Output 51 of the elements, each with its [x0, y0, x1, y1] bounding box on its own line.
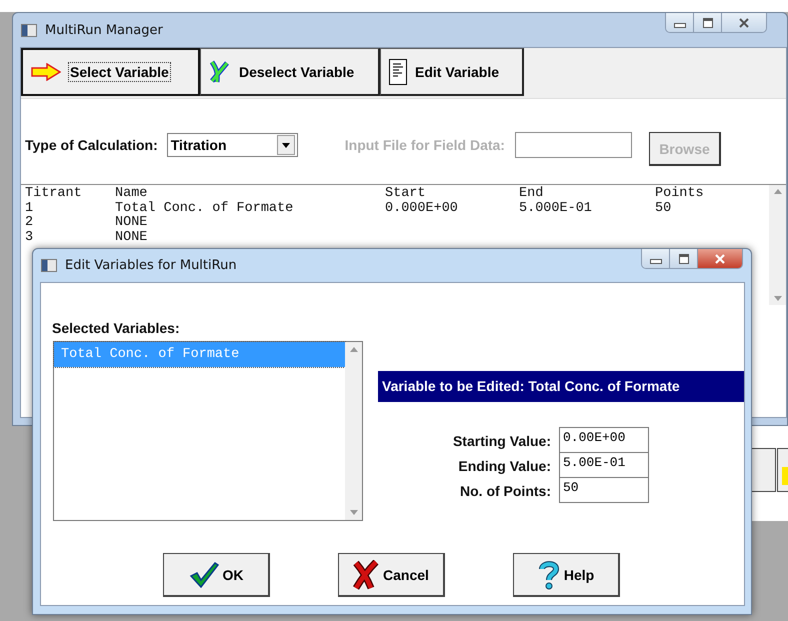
table-cell: NONE — [115, 216, 148, 230]
toolbar-button[interactable]: Edit Variable — [380, 48, 524, 96]
value-input[interactable]: 0.00E+00 — [559, 427, 649, 453]
calculation-dropdown[interactable]: Titration — [166, 133, 298, 157]
close-button[interactable] — [698, 249, 742, 268]
close-icon — [714, 254, 726, 264]
column-header: End — [519, 187, 544, 201]
partial-button[interactable] — [750, 448, 776, 492]
field-data-label: Input File for Field Data: — [344, 137, 505, 153]
cross-mark-icon — [353, 560, 380, 590]
banner-heading: Variable to be Edited: Total Conc. of Formate — [378, 371, 744, 402]
field-label: Starting Value: — [452, 432, 551, 448]
table-cell: 5.000E-01 — [519, 202, 592, 216]
dialog-button[interactable]: Cancel — [338, 553, 445, 597]
window-icon — [41, 259, 57, 272]
minimize-button[interactable] — [642, 249, 670, 268]
column-header: Start — [385, 187, 426, 201]
window-title: MultiRun Manager — [45, 22, 163, 38]
table-cell: 1 — [25, 202, 34, 216]
table-cell: 50 — [655, 202, 672, 216]
dialog-title: Edit Variables for MultiRun — [65, 258, 237, 273]
table-cell: Total Conc. of Formate — [115, 202, 294, 216]
arrow-icon — [31, 63, 61, 81]
window-icon — [21, 24, 37, 36]
value-input[interactable]: 5.00E-01 — [559, 452, 649, 478]
dialog-button[interactable]: Help — [513, 553, 620, 597]
column-header: Name — [115, 187, 148, 201]
table-cell: 3 — [25, 230, 34, 244]
dropdown-arrow-icon — [282, 142, 290, 148]
dialog-button[interactable]: OK — [163, 553, 270, 597]
check-mark-icon — [188, 562, 218, 588]
value-input[interactable]: 50 — [559, 477, 649, 503]
calculation-label: Type of Calculation: — [25, 137, 158, 153]
table-cell: 2 — [25, 216, 34, 230]
field-label: No. of Points: — [459, 482, 551, 498]
table-cell: NONE — [115, 230, 148, 244]
toolbar-button[interactable]: Deselect Variable — [200, 48, 380, 96]
list-label: Selected Variables: — [52, 320, 180, 336]
table-cell: 0.000E+00 — [385, 202, 458, 216]
question-mark-icon — [538, 560, 560, 590]
column-header: Titrant — [25, 187, 82, 201]
maximize-button[interactable] — [670, 249, 698, 268]
minimize-button[interactable] — [666, 13, 694, 32]
close-button[interactable] — [722, 13, 766, 32]
toolbar-button[interactable]: Select Variable — [21, 48, 200, 96]
document-icon — [389, 58, 407, 84]
column-header: Points — [655, 187, 704, 201]
cross-mark-icon — [209, 60, 231, 84]
close-icon — [738, 18, 750, 28]
field-label: Ending Value: — [457, 458, 551, 474]
maximize-button[interactable] — [694, 13, 722, 32]
